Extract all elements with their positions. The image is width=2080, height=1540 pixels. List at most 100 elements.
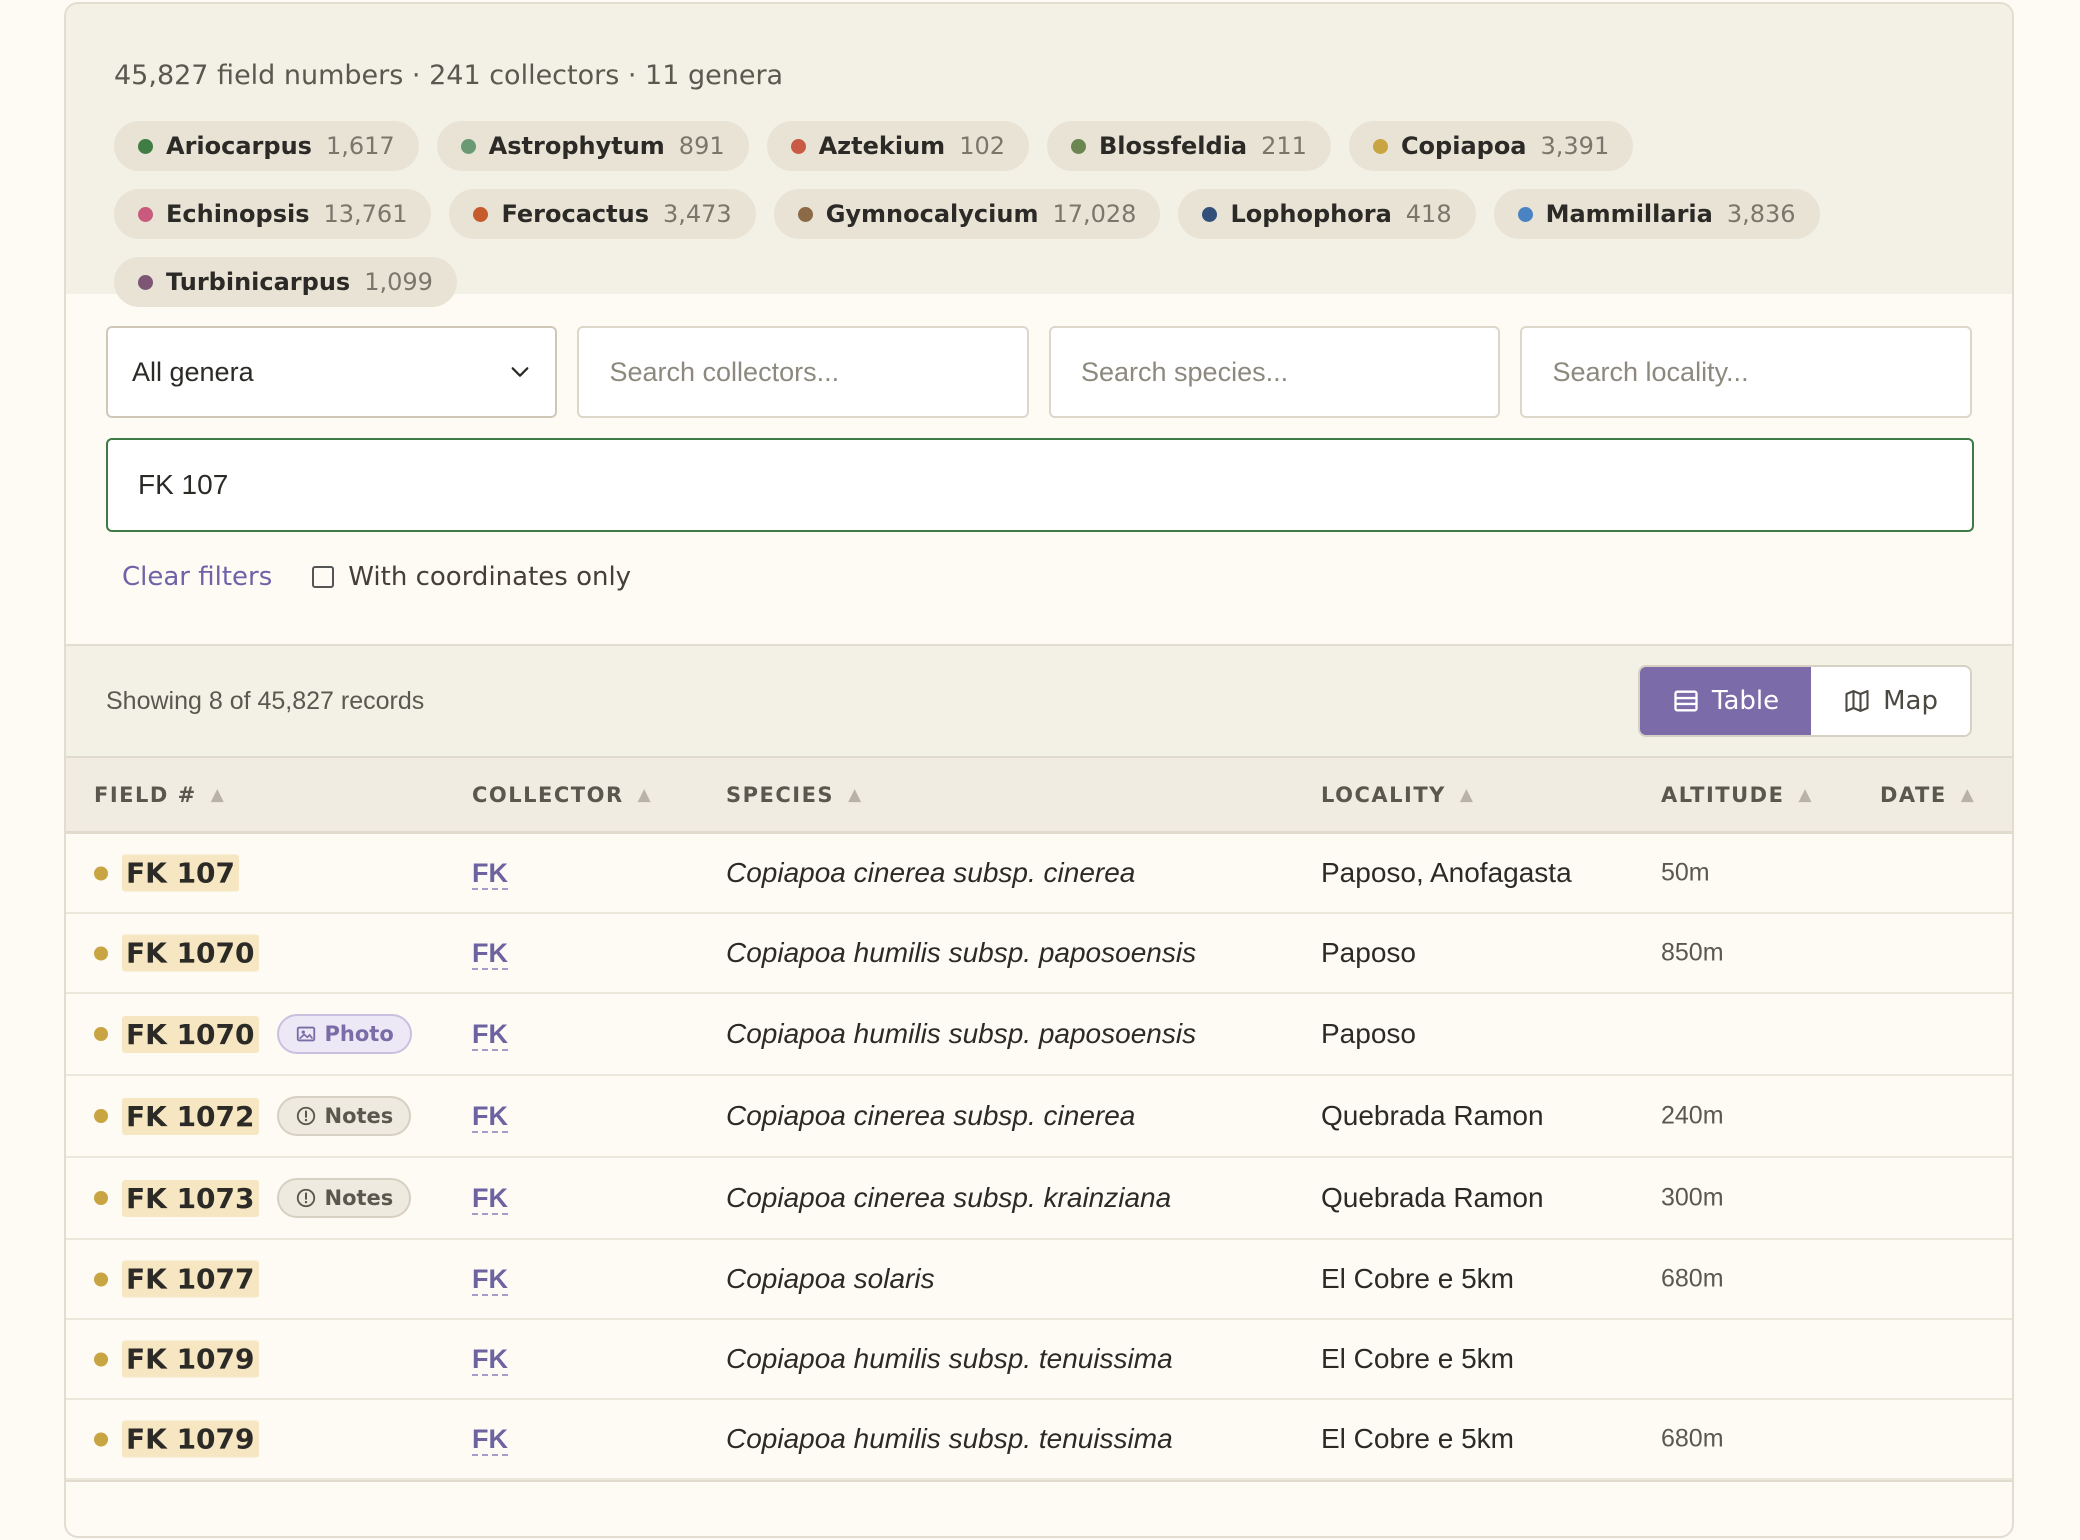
genus-color-dot <box>94 1191 108 1205</box>
genus-color-dot <box>1517 206 1533 222</box>
collector-link[interactable]: FK <box>472 858 508 890</box>
table-row[interactable]: FK 107 FK Copiapoa cinerea subsp. cinerea P… <box>66 834 2012 914</box>
genus-color-dot <box>1071 138 1086 154</box>
genus-chip-name: Blossfeldia <box>1099 132 1248 160</box>
table-icon <box>1674 690 1698 712</box>
table-row[interactable]: FK 1073 Notes FK Copiapoa cinerea subsp. kr… <box>66 1158 2012 1240</box>
genus-chip-name: Astrophytum <box>488 132 665 160</box>
altitude-cell: 850m <box>1661 938 1724 967</box>
genus-chip-count: 3,391 <box>1540 132 1610 160</box>
table-view-button[interactable]: Table <box>1639 667 1812 735</box>
notes-badge: Notes <box>276 1096 412 1136</box>
species-search-input[interactable]: Search species... <box>1048 326 1501 418</box>
field-number-value: FK 1070 <box>122 934 259 972</box>
sort-arrow-icon: ▲ <box>210 784 226 805</box>
genus-chip[interactable]: Mammillaria 3,836 <box>1493 189 1820 239</box>
genus-color-dot <box>138 206 153 222</box>
genus-chip[interactable]: Lophophora 418 <box>1178 189 1476 239</box>
field-number-value: FK 1072 <box>122 1097 259 1135</box>
map-view-button[interactable]: Map <box>1811 667 1970 735</box>
field-number-value: FK 1073 <box>122 1179 259 1217</box>
field-number-value: FK 1077 <box>122 1260 259 1298</box>
collector-link[interactable]: FK <box>472 1264 508 1296</box>
column-header-collector[interactable]: COLLECTOR ▲ <box>472 783 652 807</box>
genus-chip-count: 1,099 <box>364 268 433 296</box>
genus-chip[interactable]: Blossfeldia 211 <box>1047 121 1331 171</box>
genus-chip-count: 211 <box>1261 132 1307 160</box>
collector-link[interactable]: FK <box>472 1019 508 1051</box>
genus-chip[interactable]: Astrophytum 891 <box>436 121 749 171</box>
genus-chip[interactable]: Ferocactus 3,473 <box>449 189 756 239</box>
genus-chip[interactable]: Copiapoa 3,391 <box>1348 121 1634 171</box>
collector-link[interactable]: FK <box>472 1183 508 1215</box>
collector-search-input[interactable]: Search collectors... <box>577 326 1029 418</box>
collector-link[interactable]: FK <box>472 1101 508 1133</box>
collector-link[interactable]: FK <box>472 1344 508 1376</box>
field-number-cell: FK 1070 Photo <box>94 1014 412 1054</box>
genus-chip-count: 3,473 <box>662 200 732 228</box>
info-icon <box>296 1188 315 1208</box>
field-number-value: FK 1079 <box>122 1420 259 1458</box>
species-cell: Copiapoa humilis subsp. tenuissima <box>726 1423 1173 1454</box>
clear-filters-link[interactable]: Clear filters <box>122 562 272 592</box>
column-header-altitude[interactable]: ALTITUDE ▲ <box>1661 783 1813 807</box>
genus-color-dot <box>94 1352 108 1366</box>
locality-cell: Paposo <box>1321 1018 1416 1049</box>
summary-section: 45,827 field numbers · 241 collectors · … <box>66 4 2012 307</box>
field-number-search-input[interactable]: FK 107 <box>106 438 1974 532</box>
table-row[interactable]: FK 1077 FK Copiapoa solaris El Cobre e 5km 6… <box>66 1240 2012 1320</box>
genus-chip[interactable]: Ariocarpus 1,617 <box>114 121 419 171</box>
genus-select[interactable]: All genera <box>106 326 558 418</box>
coordinates-only-checkbox[interactable] <box>312 566 335 588</box>
table-row[interactable]: FK 1079 FK Copiapoa humilis subsp. tenuiss… <box>66 1320 2012 1400</box>
table-row[interactable]: FK 1079 FK Copiapoa humilis subsp. tenuiss… <box>66 1400 2012 1480</box>
collector-link[interactable]: FK <box>472 938 508 970</box>
genus-color-dot <box>1202 206 1218 222</box>
table-row[interactable]: FK 1072 Notes FK Copiapoa cinerea subsp. ci… <box>66 1076 2012 1158</box>
genus-chip-count: 13,761 <box>323 200 408 228</box>
table-body: FK 107 FK Copiapoa cinerea subsp. cinerea P… <box>66 834 2012 1480</box>
genus-color-dot <box>94 866 108 880</box>
sort-arrow-icon: ▲ <box>637 784 653 805</box>
genus-chip[interactable]: Gymnocalycium 17,028 <box>773 189 1161 239</box>
table-row[interactable]: FK 1070 Photo FK Copiapoa humilis subsp. pa… <box>66 994 2012 1076</box>
table-view-label: Table <box>1711 686 1780 716</box>
badge-label: Notes <box>324 1186 394 1210</box>
field-number-cell: FK 1079 <box>94 1420 259 1458</box>
notes-badge: Notes <box>276 1178 412 1218</box>
genus-chip-name: Gymnocalycium <box>825 200 1039 228</box>
column-header-locality[interactable]: LOCALITY ▲ <box>1321 783 1474 807</box>
chevron-down-icon <box>512 367 529 377</box>
genus-chip-name: Lophophora <box>1230 200 1392 228</box>
column-header-species[interactable]: SPECIES ▲ <box>726 783 863 807</box>
field-number-value: FK 1079 <box>122 1340 259 1378</box>
map-view-label: Map <box>1883 686 1938 716</box>
genus-chip-name: Ariocarpus <box>166 132 312 160</box>
genus-chip[interactable]: Echinopsis 13,761 <box>114 189 432 239</box>
collector-link[interactable]: FK <box>472 1424 508 1456</box>
genus-chip-name: Copiapoa <box>1400 132 1527 160</box>
info-icon <box>296 1106 315 1126</box>
genus-chip-count: 3,836 <box>1726 200 1796 228</box>
field-number-cell: FK 107 <box>94 854 240 892</box>
genus-color-dot <box>138 138 153 154</box>
locality-cell: El Cobre e 5km <box>1321 1423 1514 1454</box>
species-cell: Copiapoa solaris <box>726 1263 935 1294</box>
field-number-cell: FK 1079 <box>94 1340 259 1378</box>
genus-color-dot <box>797 206 813 222</box>
genus-chip-name: Echinopsis <box>166 200 310 228</box>
species-cell: Copiapoa cinerea subsp. krainziana <box>726 1182 1172 1213</box>
locality-search-input[interactable]: Search locality... <box>1520 326 1972 418</box>
view-toggle: Table Map <box>1637 665 1972 737</box>
locality-cell: Paposo, Anofagasta <box>1321 857 1572 888</box>
locality-cell: El Cobre e 5km <box>1321 1263 1514 1294</box>
species-cell: Copiapoa humilis subsp. paposoensis <box>726 1018 1197 1049</box>
table-row[interactable]: FK 1070 FK Copiapoa humilis subsp. paposoe… <box>66 914 2012 994</box>
genus-select-value: All genera <box>132 356 254 387</box>
genus-color-dot <box>94 946 108 960</box>
altitude-cell: 680m <box>1661 1424 1724 1453</box>
column-header-field-number[interactable]: FIELD # ▲ <box>94 783 225 807</box>
column-header-date[interactable]: DATE ▲ <box>1880 783 1975 807</box>
genus-chip[interactable]: Turbinicarpus 1,099 <box>114 257 457 307</box>
genus-chip[interactable]: Aztekium 102 <box>766 121 1029 171</box>
